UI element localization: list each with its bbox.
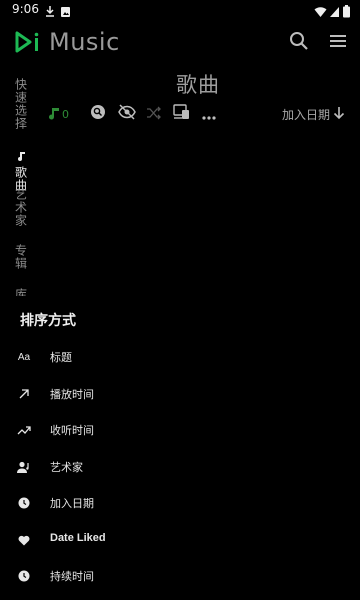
sort-bottom-sheet: 排序方式 Aa 标题 播放时间 收听时间 艺术家 加入日期 Date Liked…: [0, 296, 360, 600]
sort-option-duration[interactable]: 持续时间: [0, 562, 360, 590]
shuffle-icon: [146, 105, 162, 124]
search-icon: [288, 32, 310, 56]
tab-albums[interactable]: 专辑: [6, 244, 36, 270]
sort-direction-button[interactable]: [333, 104, 345, 124]
devices-icon: [173, 104, 191, 124]
option-label: Date Liked: [50, 532, 106, 544]
option-label: 收听时间: [50, 424, 94, 437]
song-count: 0: [48, 104, 69, 124]
option-label: 艺术家: [50, 461, 83, 474]
song-toolbar: 0 加入日期: [0, 104, 360, 124]
sort-option-date-liked[interactable]: Date Liked: [0, 526, 360, 554]
tab-label: 专辑: [13, 244, 28, 270]
sort-label[interactable]: 加入日期: [282, 106, 330, 123]
more-button[interactable]: [202, 104, 216, 124]
hidden-eye-icon: [118, 104, 136, 124]
tab-songs[interactable]: 歌曲: [6, 146, 36, 192]
status-time: 9:06: [12, 2, 39, 16]
battery-icon: [343, 3, 350, 22]
page-title: 歌曲: [176, 73, 220, 97]
more-icon: [202, 105, 216, 124]
music-note-icon: [48, 105, 60, 124]
option-label: 加入日期: [50, 497, 94, 510]
shuffle-button[interactable]: [146, 104, 162, 124]
photo-icon: [60, 3, 71, 22]
sort-option-play-time[interactable]: 播放时间: [0, 380, 360, 408]
clock-icon: [16, 495, 32, 511]
text-aa-icon: Aa: [17, 351, 31, 363]
sort-option-artist[interactable]: 艺术家: [0, 453, 360, 481]
person-icon: [16, 459, 32, 475]
option-label: 标题: [50, 351, 72, 364]
signal-icon: [329, 3, 340, 22]
menu-icon: [327, 35, 349, 56]
tab-label: 艺术家: [13, 188, 28, 227]
heart-icon: [16, 532, 32, 548]
search-songs-button[interactable]: [90, 104, 106, 124]
tab-artists[interactable]: 艺术家: [6, 188, 36, 227]
trending-up-icon: [16, 422, 32, 438]
option-label: 播放时间: [50, 388, 94, 401]
devices-button[interactable]: [173, 104, 191, 124]
search-button[interactable]: [288, 30, 312, 54]
app-title: Music: [49, 28, 120, 56]
arrow-up-right-icon: [16, 386, 32, 402]
arrow-down-icon: [333, 105, 345, 124]
sort-option-listen-time[interactable]: 收听时间: [0, 416, 360, 444]
search-icon: [90, 104, 106, 124]
app-bar: Music: [0, 24, 360, 62]
app-logo-icon: [14, 30, 44, 58]
music-note-icon: [17, 146, 26, 165]
status-bar: 9:06: [0, 0, 360, 20]
sheet-title: 排序方式: [20, 313, 76, 329]
clock-icon: [16, 568, 32, 584]
sort-option-date-added[interactable]: 加入日期: [0, 489, 360, 517]
option-label: 持续时间: [50, 570, 94, 583]
wifi-icon: [314, 3, 327, 22]
hidden-toggle-button[interactable]: [118, 104, 136, 124]
menu-button[interactable]: [327, 30, 351, 54]
song-count-value: 0: [62, 107, 69, 121]
download-icon: [44, 3, 56, 22]
sort-option-title[interactable]: Aa 标题: [0, 343, 360, 371]
